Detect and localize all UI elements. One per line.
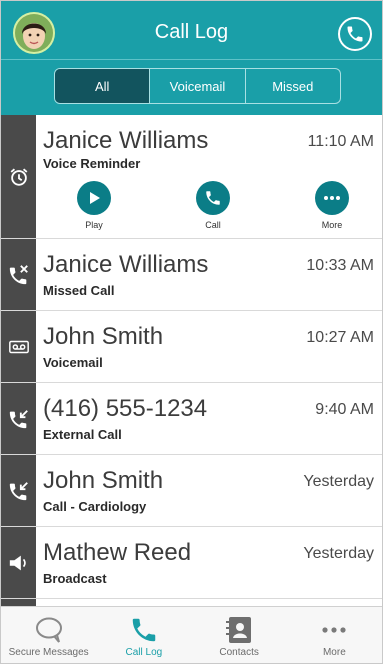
more-label: More — [321, 220, 343, 230]
tab-label: More — [322, 647, 346, 658]
missed-call-icon — [7, 263, 31, 287]
call-row[interactable]: John Smith Yesterday Call - Cardiology — [1, 455, 382, 527]
call-row-expanded[interactable]: Janice Williams 11:10 AM Voice Reminder … — [1, 115, 382, 239]
call-time: Yesterday — [303, 473, 374, 490]
call-time: 10:27 AM — [306, 329, 374, 346]
call-type-label: Voicemail — [43, 355, 103, 370]
filter-tab-voicemail[interactable]: Voicemail — [150, 69, 246, 103]
play-label: Play — [85, 220, 103, 230]
call-time: Yesterday — [303, 545, 374, 562]
call-time: 10:33 AM — [306, 257, 374, 274]
call-type-label: Call - Cardiology — [43, 499, 147, 514]
phone-icon — [347, 26, 363, 42]
caller-name: Janice Williams — [43, 127, 209, 154]
filter-segmented-control: All Voicemail Missed — [54, 68, 341, 104]
tab-call-log[interactable]: Call Log — [96, 607, 191, 663]
alarm-clock-icon — [7, 165, 31, 189]
header-divider — [1, 59, 382, 60]
tab-label: Call Log — [125, 647, 163, 658]
filter-tab-missed[interactable]: Missed — [246, 69, 340, 103]
caller-name: John Smith — [43, 323, 164, 350]
tab-secure-messages[interactable]: Secure Messages — [1, 607, 96, 663]
call-back-button[interactable]: Call — [183, 181, 243, 230]
tab-label: Secure Messages — [8, 647, 89, 658]
new-call-button[interactable] — [338, 17, 372, 51]
app-window: Call Log All Voicemail Missed Janice Wil… — [0, 0, 383, 664]
caller-name: John Smith — [43, 467, 164, 494]
contacts-book-icon — [226, 617, 252, 643]
call-row[interactable]: Janice Williams 10:33 AM Missed Call — [1, 239, 382, 311]
voicemail-icon — [7, 335, 31, 359]
tab-contacts[interactable]: Contacts — [192, 607, 287, 663]
call-type-label: External Call — [43, 427, 122, 442]
tab-more[interactable]: More — [287, 607, 382, 663]
phone-icon — [206, 191, 220, 205]
call-row[interactable]: John Smith 10:27 AM Voicemail — [1, 311, 382, 383]
caller-name: Janice Williams — [43, 251, 209, 278]
chat-bubble-icon — [35, 617, 62, 643]
filter-tab-all[interactable]: All — [55, 69, 151, 103]
tab-label: Contacts — [219, 647, 259, 658]
call-log-list: Janice Williams 11:10 AM Voice Reminder … — [1, 115, 382, 606]
more-dots-icon — [322, 627, 346, 633]
more-dots-icon — [324, 196, 340, 200]
caller-name: Mathew Reed — [43, 539, 192, 566]
row-actions: Play Call More — [36, 181, 382, 237]
play-icon — [90, 192, 100, 204]
caller-name: (416) 555-1234 — [43, 395, 208, 422]
call-type-label: Voice Reminder — [43, 156, 141, 171]
bottom-tab-bar: Secure Messages Call Log Contacts More — [1, 606, 382, 663]
call-type-label: Broadcast — [43, 571, 107, 586]
call-time: 9:40 AM — [315, 401, 374, 418]
call-time: 11:10 AM — [307, 133, 374, 150]
header-bar: Call Log All Voicemail Missed — [1, 1, 382, 115]
phone-icon — [132, 618, 156, 642]
call-type-label: Missed Call — [43, 283, 115, 298]
more-button[interactable]: More — [302, 181, 362, 230]
call-row[interactable]: Mathew Reed Yesterday Broadcast — [1, 527, 382, 599]
call-row[interactable]: (416) 555-1234 9:40 AM External Call — [1, 383, 382, 455]
incoming-call-icon — [7, 407, 31, 431]
page-title: Call Log — [154, 21, 229, 43]
broadcast-speaker-icon — [7, 551, 31, 575]
incoming-call-icon — [7, 479, 31, 503]
call-label: Call — [205, 220, 221, 230]
play-button[interactable]: Play — [64, 181, 124, 230]
